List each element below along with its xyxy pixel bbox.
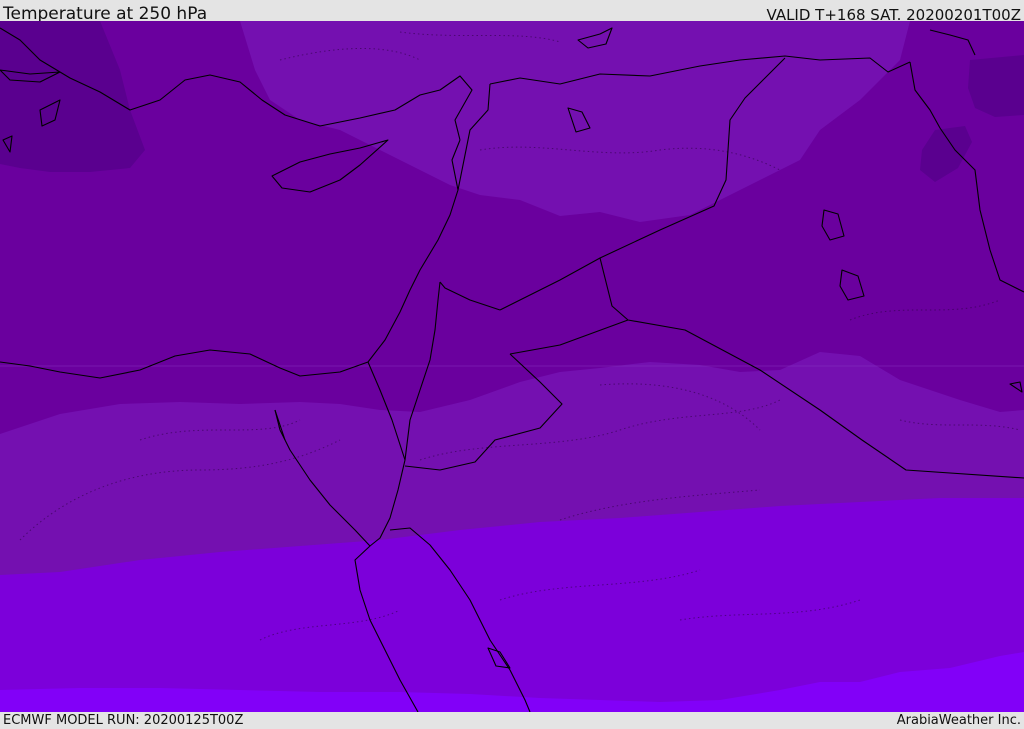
footer-bar: ECMWF MODEL RUN: 20200125T00Z ArabiaWeat…: [0, 712, 1024, 729]
header-bar: Temperature at 250 hPa VALID T+168 SAT. …: [0, 0, 1024, 24]
temperature-map[interactable]: [0, 21, 1024, 712]
model-run-label: ECMWF MODEL RUN: 20200125T00Z: [3, 713, 244, 728]
credit-label: ArabiaWeather Inc.: [896, 713, 1021, 728]
band-darkest-northeast: [968, 55, 1024, 117]
